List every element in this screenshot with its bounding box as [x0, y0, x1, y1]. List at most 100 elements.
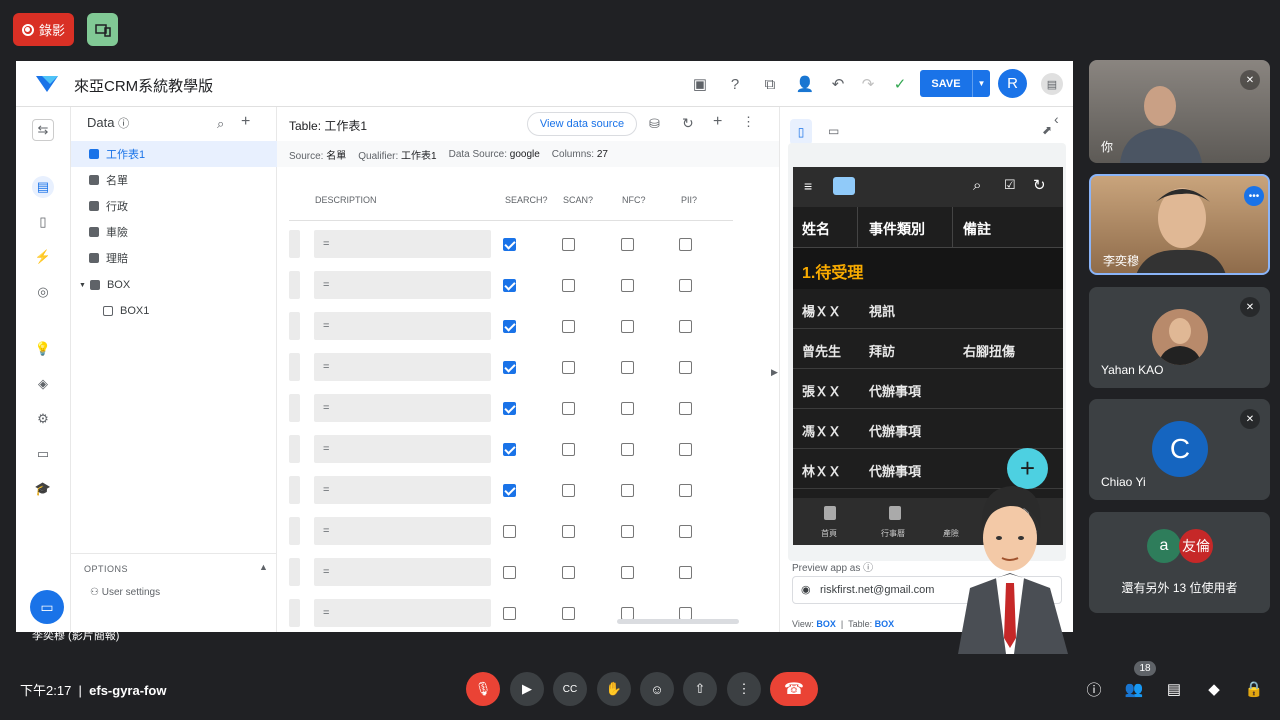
- nfc-checkbox[interactable]: [621, 443, 634, 456]
- search-checkbox[interactable]: [503, 566, 516, 579]
- nfc-checkbox[interactable]: [621, 361, 634, 374]
- nfc-checkbox[interactable]: [621, 566, 634, 579]
- nav-tab[interactable]: 行事曆: [881, 528, 905, 539]
- description-input[interactable]: =: [314, 476, 491, 504]
- description-input[interactable]: =: [314, 271, 491, 299]
- description-input[interactable]: =: [314, 230, 491, 258]
- add-icon[interactable]: +: [241, 113, 250, 131]
- search-icon[interactable]: ⌕: [217, 116, 224, 132]
- activities-icon[interactable]: ◆: [1203, 678, 1225, 700]
- scan-checkbox[interactable]: [562, 525, 575, 538]
- header-cell[interactable]: 事件類別: [869, 219, 925, 239]
- pii-checkbox[interactable]: [679, 361, 692, 374]
- search-checkbox[interactable]: [503, 443, 516, 456]
- database-settings-icon[interactable]: ⛁: [649, 116, 660, 132]
- sync-icon[interactable]: ↻: [1033, 176, 1046, 194]
- host-controls-icon[interactable]: 🔒: [1243, 678, 1265, 700]
- view-value[interactable]: BOX: [816, 619, 836, 629]
- row-handle[interactable]: [289, 435, 300, 463]
- bulb-icon[interactable]: 💡: [32, 338, 54, 360]
- flow-icon[interactable]: ⇆: [32, 119, 54, 141]
- nav-tab[interactable]: 首頁: [821, 528, 837, 539]
- captions-button[interactable]: CC: [553, 672, 587, 706]
- mic-toggle-button[interactable]: 🎙: [466, 672, 500, 706]
- view-data-source-button[interactable]: View data source: [527, 112, 637, 136]
- scan-checkbox[interactable]: [562, 443, 575, 456]
- user-settings-item[interactable]: ⚇ User settings: [90, 587, 160, 598]
- search-checkbox[interactable]: [503, 238, 516, 251]
- pii-checkbox[interactable]: [679, 566, 692, 579]
- description-input[interactable]: =: [314, 599, 491, 627]
- info-icon[interactable]: ⓘ: [863, 563, 873, 574]
- scan-checkbox[interactable]: [562, 484, 575, 497]
- info-icon[interactable]: ⓘ: [1083, 678, 1105, 700]
- scan-checkbox[interactable]: [562, 238, 575, 251]
- more-vert-icon[interactable]: ⋮: [742, 114, 755, 130]
- apps-icon[interactable]: ▤: [1041, 73, 1063, 95]
- row-handle[interactable]: [289, 312, 300, 340]
- scan-checkbox[interactable]: [562, 320, 575, 333]
- help-icon[interactable]: ?: [725, 74, 745, 94]
- devices-button[interactable]: [87, 13, 118, 46]
- add-column-icon[interactable]: +: [713, 113, 722, 131]
- search-checkbox[interactable]: [503, 607, 516, 620]
- info-icon[interactable]: ⓘ: [118, 118, 129, 130]
- row-handle[interactable]: [289, 558, 300, 586]
- more-options-button[interactable]: ⋮: [727, 672, 761, 706]
- people-icon[interactable]: 👥: [1123, 678, 1145, 700]
- search-checkbox[interactable]: [503, 320, 516, 333]
- emoji-button[interactable]: ☺: [640, 672, 674, 706]
- participant-tile[interactable]: ✕ 你: [1089, 60, 1270, 163]
- refresh-icon[interactable]: ↻: [682, 115, 694, 132]
- header-cell[interactable]: 備註: [963, 219, 991, 239]
- description-input[interactable]: =: [314, 312, 491, 340]
- nfc-checkbox[interactable]: [621, 484, 634, 497]
- pii-checkbox[interactable]: [679, 320, 692, 333]
- pii-checkbox[interactable]: [679, 238, 692, 251]
- description-input[interactable]: =: [314, 558, 491, 586]
- row-handle[interactable]: [289, 353, 300, 381]
- chevron-down-icon[interactable]: ▼: [972, 70, 990, 97]
- list-item[interactable]: 楊ＸＸ 視訊: [793, 289, 1063, 329]
- list-item[interactable]: 曾先生 拜訪 右腳扭傷: [793, 329, 1063, 369]
- chat-icon[interactable]: ▤: [1163, 678, 1185, 700]
- end-call-button[interactable]: ☎: [770, 672, 818, 706]
- check-box-icon[interactable]: ☑: [1004, 177, 1016, 193]
- scan-checkbox[interactable]: [562, 402, 575, 415]
- horizontal-scrollbar[interactable]: [617, 619, 739, 624]
- row-handle[interactable]: [289, 476, 300, 504]
- search-checkbox[interactable]: [503, 402, 516, 415]
- caret-down-icon[interactable]: ▼: [79, 282, 86, 289]
- pii-checkbox[interactable]: [679, 402, 692, 415]
- chat-icon[interactable]: ▭: [30, 590, 64, 624]
- account-avatar[interactable]: R: [998, 69, 1027, 98]
- participant-tile[interactable]: C ✕ Chiao Yi: [1089, 399, 1270, 500]
- tree-item[interactable]: ▼ BOX: [71, 272, 277, 298]
- description-input[interactable]: =: [314, 435, 491, 463]
- camera-button[interactable]: ▶: [510, 672, 544, 706]
- menu-icon[interactable]: ≡: [804, 178, 812, 194]
- tree-item[interactable]: 名單: [71, 167, 277, 193]
- others-tile[interactable]: a 友倫 還有另外 13 位使用者: [1089, 512, 1270, 613]
- list-item[interactable]: 張ＸＸ 代辦事項: [793, 369, 1063, 409]
- nfc-checkbox[interactable]: [621, 320, 634, 333]
- scan-checkbox[interactable]: [562, 566, 575, 579]
- search-checkbox[interactable]: [503, 484, 516, 497]
- copy-icon[interactable]: ⧉: [760, 74, 780, 94]
- header-cell[interactable]: 姓名: [802, 219, 830, 239]
- tree-item[interactable]: 工作表1: [71, 141, 277, 167]
- group-header[interactable]: 1.待受理: [793, 248, 1063, 289]
- save-button[interactable]: SAVE ▼: [920, 70, 990, 97]
- app-icon[interactable]: ▯: [32, 211, 54, 233]
- pii-checkbox[interactable]: [679, 525, 692, 538]
- participant-tile[interactable]: ✕ Yahan KAO: [1089, 287, 1270, 388]
- security-icon[interactable]: ◈: [32, 373, 54, 395]
- tree-item[interactable]: 理賠: [71, 245, 277, 271]
- search-checkbox[interactable]: [503, 361, 516, 374]
- automation-icon[interactable]: ⚡: [32, 246, 54, 268]
- preview-icon[interactable]: ▣: [690, 74, 710, 94]
- search-icon[interactable]: ⌕: [973, 177, 981, 194]
- scan-checkbox[interactable]: [562, 279, 575, 292]
- row-handle[interactable]: [289, 599, 300, 627]
- participant-tile[interactable]: ••• 李奕穆: [1089, 174, 1270, 275]
